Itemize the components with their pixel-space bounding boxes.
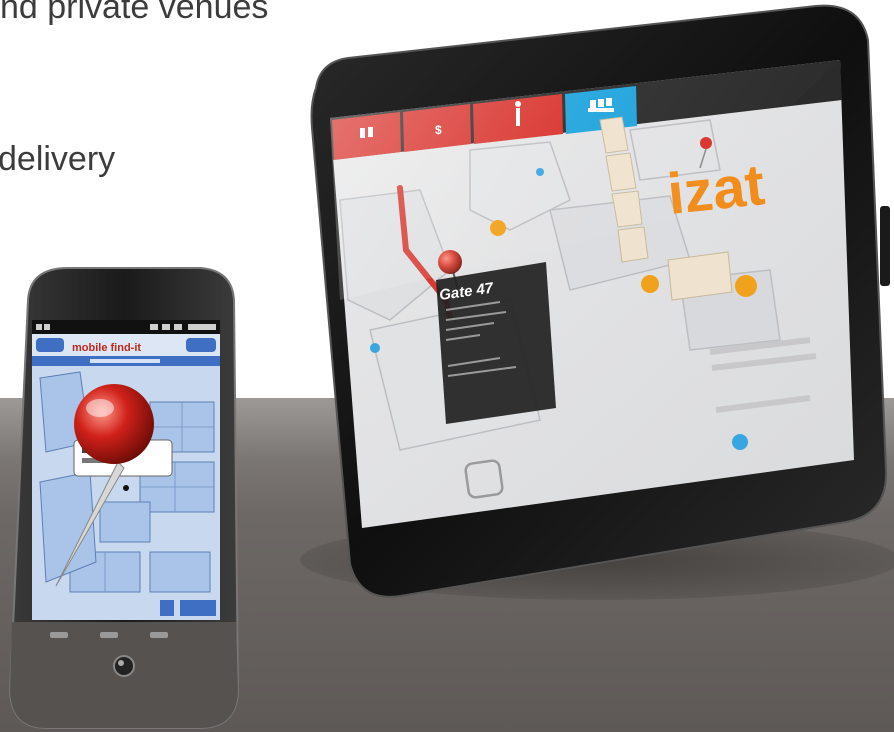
- phone-menu-button[interactable]: [186, 338, 216, 352]
- tablet-map-marker[interactable]: [732, 434, 748, 450]
- phone-app-title: mobile find-it: [72, 342, 141, 354]
- phone-back-button[interactable]: [36, 338, 64, 352]
- phone-device: mobile find-it: [8, 267, 240, 729]
- phone-zoom-button[interactable]: [160, 600, 174, 616]
- tablet-map-marker[interactable]: [370, 343, 380, 353]
- tablet-device: $ izat: [310, 4, 890, 598]
- slide-text-line-2: delivery: [0, 140, 116, 178]
- slide-text-line-1: nd private venues: [0, 0, 269, 26]
- phone-trackball[interactable]: [113, 655, 135, 677]
- phone-action-button[interactable]: [180, 600, 216, 616]
- tablet-map-marker[interactable]: [735, 275, 757, 297]
- tablet-side-button[interactable]: [880, 206, 890, 286]
- tablet-map-marker[interactable]: [641, 275, 659, 293]
